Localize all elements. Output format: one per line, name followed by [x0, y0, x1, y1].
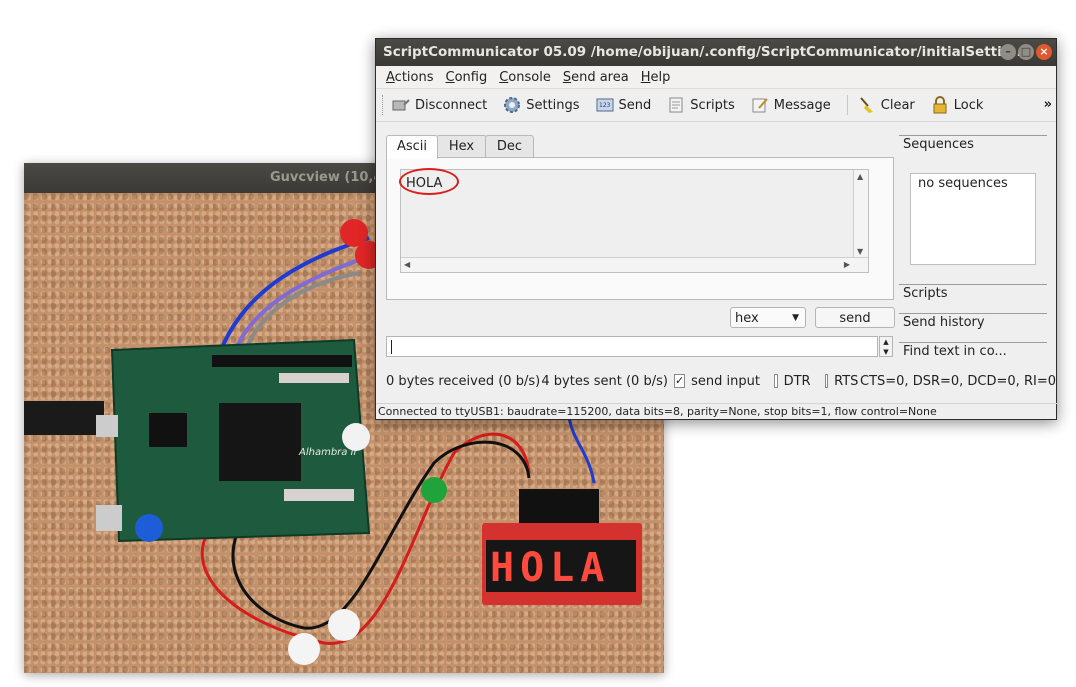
side-tab-sequences[interactable]: Sequences	[899, 135, 1049, 155]
highlight-circle	[399, 168, 459, 195]
disconnect-icon	[392, 96, 410, 114]
menu-send-area[interactable]: Send area	[557, 70, 635, 85]
connection-status: Connected to ttyUSB1: baudrate=115200, d…	[378, 405, 937, 418]
message-button[interactable]: Message	[751, 96, 831, 114]
menu-console[interactable]: Console	[493, 70, 557, 85]
white-ball-3	[288, 633, 320, 665]
scroll-down-arrow-icon[interactable]: ▼	[857, 247, 863, 256]
chevron-down-icon: ▼	[792, 313, 799, 323]
send-input-label: send input	[691, 373, 760, 389]
toolbar-separator	[846, 95, 848, 115]
tab-ascii[interactable]: Ascii	[386, 135, 438, 159]
bytes-sent: 4 bytes sent (0 b/s)	[541, 373, 668, 389]
bytes-received: 0 bytes received (0 b/s)	[386, 373, 541, 389]
lock-icon	[931, 96, 949, 114]
tab-hex[interactable]: Hex	[436, 135, 487, 158]
usb-cable	[24, 401, 104, 435]
white-ball-1	[342, 423, 370, 451]
tab-dec[interactable]: Dec	[485, 135, 534, 158]
display-connectors	[519, 489, 599, 523]
white-ball-2	[328, 609, 360, 641]
console-tabs: Ascii Hex Dec HOLA ▲ ▼ ◀ ▶	[386, 135, 894, 300]
text-cursor	[391, 340, 392, 354]
lock-button[interactable]: Lock	[931, 96, 983, 114]
rts-checkbox[interactable]	[824, 374, 829, 388]
menu-actions[interactable]: Actions	[380, 70, 440, 85]
send-input-checkbox[interactable]: ✓	[673, 374, 686, 388]
send-format-select[interactable]: hex ▼	[730, 307, 806, 328]
gear-icon	[503, 96, 521, 114]
leds-row	[279, 373, 349, 383]
send-keyboard-icon: 123	[596, 96, 614, 114]
wire-blue-2	[567, 417, 596, 484]
side-tab-send-history[interactable]: Send history	[899, 313, 1049, 333]
send-input[interactable]	[386, 336, 878, 357]
usb-port	[96, 415, 118, 437]
scroll-up-arrow-icon[interactable]: ▲	[857, 172, 863, 181]
leds-row-bottom	[284, 489, 354, 501]
side-tab-scripts[interactable]: Scripts	[899, 284, 1049, 304]
svg-text:123: 123	[599, 102, 611, 109]
send-button[interactable]: send	[815, 307, 895, 328]
send-input-scroll[interactable]: ▲ ▼	[879, 336, 893, 357]
modem-lines: CTS=0, DSR=0, DCD=0, RI=0	[860, 373, 1056, 389]
usb-chip	[149, 413, 187, 447]
guvcview-title: Guvcview (10,4	[270, 170, 383, 185]
toolbar-overflow-button[interactable]: »	[1044, 97, 1052, 112]
dtr-checkbox[interactable]	[774, 374, 778, 388]
toolbar-grip[interactable]	[382, 95, 386, 115]
receive-console[interactable]: HOLA ▲ ▼ ◀ ▶	[399, 168, 869, 273]
toolbar: Disconnect Settings 123 Send Scripts Mes…	[376, 89, 1056, 122]
dtr-label: DTR	[783, 373, 811, 389]
menu-config[interactable]: Config	[440, 70, 494, 85]
scripts-icon	[667, 96, 685, 114]
seven-segment-text: HOLA	[490, 545, 610, 591]
settings-button[interactable]: Settings	[503, 96, 580, 114]
blue-button	[135, 514, 163, 542]
power-jack	[96, 505, 122, 531]
header-top	[212, 355, 352, 367]
broom-icon	[858, 96, 876, 114]
message-icon	[751, 96, 769, 114]
statusbar: Connected to ttyUSB1: baudrate=115200, d…	[376, 403, 1058, 420]
send-toolbar-button[interactable]: 123 Send	[596, 96, 651, 114]
titlebar[interactable]: ScriptCommunicator 05.09 /home/obijuan/.…	[376, 39, 1056, 66]
rts-label: RTS	[834, 373, 859, 389]
scroll-right-arrow-icon[interactable]: ▶	[844, 260, 850, 269]
horizontal-scrollbar[interactable]: ◀ ▶	[401, 257, 868, 272]
tab-panel-ascii: HOLA ▲ ▼ ◀ ▶	[386, 157, 894, 300]
clear-button[interactable]: Clear	[858, 96, 915, 114]
sequences-list[interactable]: no sequences	[910, 173, 1036, 265]
close-button[interactable]: ×	[1036, 44, 1052, 60]
scriptcommunicator-window: ScriptCommunicator 05.09 /home/obijuan/.…	[375, 38, 1058, 420]
status-row: 0 bytes received (0 b/s) 4 bytes sent (0…	[386, 371, 1056, 391]
minimize-button[interactable]: –	[1000, 44, 1016, 60]
sequences-empty-label: no sequences	[918, 176, 1008, 191]
fpga-chip	[219, 403, 301, 481]
window-title: ScriptCommunicator 05.09 /home/obijuan/.…	[383, 44, 1027, 60]
green-ball	[421, 477, 447, 503]
disconnect-button[interactable]: Disconnect	[392, 96, 487, 114]
side-tab-find-text[interactable]: Find text in co...	[899, 342, 1049, 362]
scripts-button[interactable]: Scripts	[667, 96, 735, 114]
menubar: Actions Config Console Send area Help	[376, 66, 1056, 89]
maximize-button[interactable]: □	[1018, 44, 1034, 60]
menu-help[interactable]: Help	[635, 70, 677, 85]
scroll-left-arrow-icon[interactable]: ◀	[404, 260, 410, 269]
board-label: Alhambra II	[298, 447, 357, 458]
